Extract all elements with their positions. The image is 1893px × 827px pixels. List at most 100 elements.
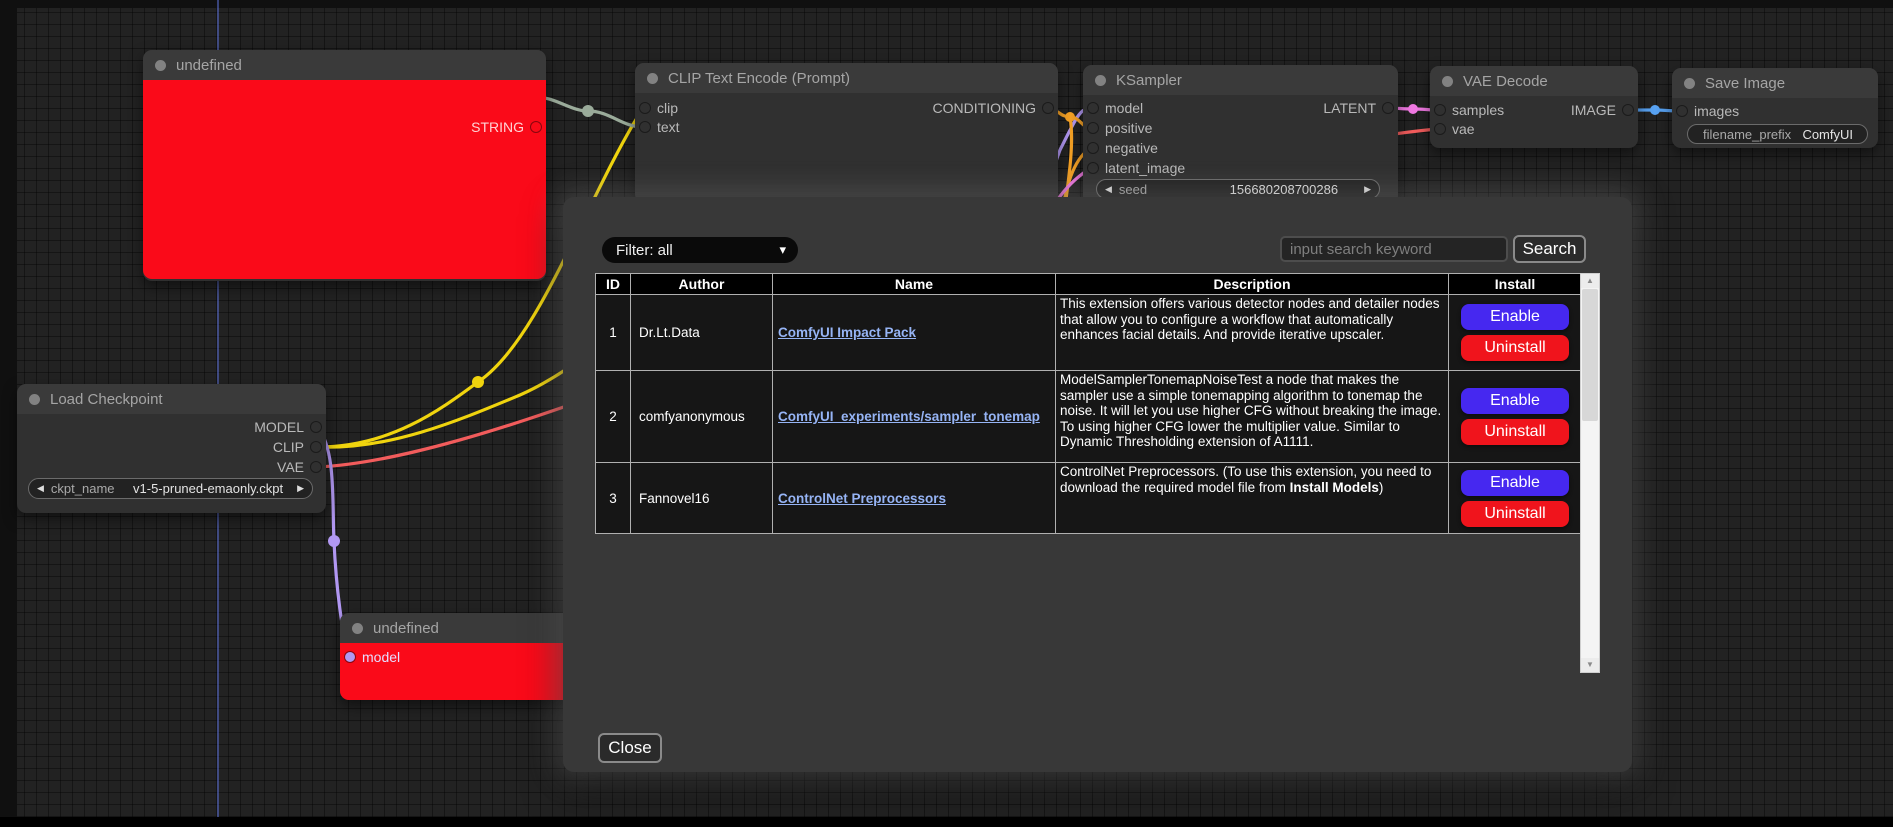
negative-input-port[interactable]: negative	[1088, 139, 1158, 157]
images-input-port[interactable]: images	[1677, 102, 1739, 120]
search-input[interactable]	[1280, 236, 1508, 262]
node-title: KSampler	[1116, 72, 1182, 89]
stepper-right-icon[interactable]: ▶	[1364, 184, 1371, 195]
collapse-dot-icon[interactable]	[1442, 76, 1453, 87]
vae-output-dot[interactable]	[311, 462, 321, 472]
node-undefined-top-header[interactable]: undefined	[143, 50, 546, 80]
clip-output-port[interactable]: CLIP	[273, 438, 321, 456]
latent-output-port[interactable]: LATENT	[1323, 99, 1393, 117]
node-save-image[interactable]: Save Image images filename_prefix ComfyU…	[1672, 68, 1878, 148]
enable-button[interactable]: Enable	[1461, 470, 1569, 496]
model-input-port[interactable]: model	[1088, 99, 1143, 117]
clip-input-dot[interactable]	[640, 103, 650, 113]
extension-link[interactable]: ComfyUI_experiments/sampler_tonemap	[778, 409, 1040, 424]
clip-output-dot[interactable]	[311, 442, 321, 452]
latent-image-input-port[interactable]: latent_image	[1088, 159, 1185, 177]
conditioning-output-port[interactable]: CONDITIONING	[933, 99, 1053, 117]
stepper-right-icon[interactable]: ▶	[297, 483, 304, 494]
filter-select-value: Filter: all	[616, 242, 673, 259]
node-load-checkpoint[interactable]: Load Checkpoint MODEL CLIP VAE ◀ ckpt_na…	[17, 384, 326, 513]
reroute-dot-pink[interactable]	[1408, 104, 1418, 114]
model-input-port[interactable]: model	[345, 648, 400, 666]
cell-id: 2	[596, 371, 631, 463]
collapse-dot-icon[interactable]	[352, 623, 363, 634]
text-input-port[interactable]: text	[640, 118, 680, 136]
negative-input-dot[interactable]	[1088, 143, 1098, 153]
close-button[interactable]: Close	[598, 733, 662, 763]
scrollbar-down-icon[interactable]: ▼	[1581, 658, 1599, 672]
node-undefined-top[interactable]: undefined STRING	[143, 50, 546, 281]
scrollbar-thumb[interactable]	[1582, 289, 1598, 421]
node-ksampler-body: model positive negative latent_image LAT…	[1083, 95, 1398, 205]
reroute-dot-gray[interactable]	[582, 105, 594, 117]
reroute-dot-purple[interactable]	[328, 535, 340, 547]
samples-input-port[interactable]: samples	[1435, 101, 1504, 119]
stepper-left-icon[interactable]: ◀	[1105, 184, 1112, 195]
reroute-dot-yellow[interactable]	[472, 376, 484, 388]
string-output-port[interactable]: STRING	[471, 118, 541, 136]
node-clip-text-encode[interactable]: CLIP Text Encode (Prompt) clip text COND…	[635, 63, 1058, 203]
filter-select[interactable]: Filter: all ▾	[602, 237, 798, 263]
seed-widget[interactable]: ◀ seed 156680208700286 ▶	[1096, 179, 1380, 199]
model-output-port[interactable]: MODEL	[254, 418, 321, 436]
image-output-dot[interactable]	[1623, 105, 1633, 115]
uninstall-button[interactable]: Uninstall	[1461, 501, 1569, 527]
node-clip-header[interactable]: CLIP Text Encode (Prompt)	[635, 63, 1058, 93]
table-row: 2comfyanonymousComfyUI_experiments/sampl…	[596, 371, 1579, 463]
search-button[interactable]: Search	[1513, 235, 1586, 263]
collapse-dot-icon[interactable]	[155, 60, 166, 71]
reroute-dot-blue[interactable]	[1650, 105, 1660, 115]
comfyui-canvas[interactable]: undefined STRING CLIP Text Encode (Promp…	[0, 0, 1893, 827]
node-save-image-header[interactable]: Save Image	[1672, 68, 1878, 98]
text-input-dot[interactable]	[640, 122, 650, 132]
enable-button[interactable]: Enable	[1461, 304, 1569, 330]
conditioning-output-dot[interactable]	[1043, 103, 1053, 113]
filename-prefix-widget[interactable]: filename_prefix ComfyUI	[1687, 124, 1868, 144]
collapse-dot-icon[interactable]	[1684, 78, 1695, 89]
node-ksampler[interactable]: KSampler model positive negative latent_…	[1083, 65, 1398, 205]
vae-input-port[interactable]: vae	[1435, 120, 1475, 138]
node-save-image-body: images filename_prefix ComfyUI	[1672, 98, 1878, 148]
cell-install: Enable Uninstall	[1449, 295, 1581, 371]
widget-name: filename_prefix	[1703, 127, 1791, 142]
widget-value: 156680208700286	[1230, 182, 1338, 197]
model-input-dot[interactable]	[345, 652, 355, 662]
image-output-port[interactable]: IMAGE	[1571, 101, 1633, 119]
reroute-dot-orange[interactable]	[1065, 112, 1075, 122]
uninstall-button[interactable]: Uninstall	[1461, 335, 1569, 361]
scrollbar-up-icon[interactable]: ▲	[1581, 274, 1599, 288]
uninstall-button[interactable]: Uninstall	[1461, 419, 1569, 445]
collapse-dot-icon[interactable]	[1095, 75, 1106, 86]
stepper-left-icon[interactable]: ◀	[37, 483, 44, 494]
cell-description: This extension offers various detector n…	[1056, 295, 1449, 371]
collapse-dot-icon[interactable]	[647, 73, 658, 84]
vae-output-port[interactable]: VAE	[277, 458, 321, 476]
samples-input-dot[interactable]	[1435, 105, 1445, 115]
model-input-dot[interactable]	[1088, 103, 1098, 113]
node-vae-decode[interactable]: VAE Decode samples vae IMAGE	[1430, 66, 1638, 148]
node-load-checkpoint-header[interactable]: Load Checkpoint	[17, 384, 326, 414]
node-ksampler-header[interactable]: KSampler	[1083, 65, 1398, 95]
table-row: 1Dr.Lt.DataComfyUI Impact PackThis exten…	[596, 295, 1579, 371]
collapse-dot-icon[interactable]	[29, 394, 40, 405]
cell-description: ControlNet Preprocessors. (To use this e…	[1056, 463, 1449, 534]
positive-input-port[interactable]: positive	[1088, 119, 1152, 137]
node-title: undefined	[176, 57, 242, 74]
vae-input-dot[interactable]	[1435, 124, 1445, 134]
node-vae-decode-header[interactable]: VAE Decode	[1430, 66, 1638, 96]
extension-link[interactable]: ControlNet Preprocessors	[778, 491, 946, 506]
ckpt-name-widget[interactable]: ◀ ckpt_name v1-5-pruned-emaonly.ckpt ▶	[28, 478, 313, 499]
table-header-cell: Description	[1056, 274, 1449, 295]
positive-input-dot[interactable]	[1088, 123, 1098, 133]
images-input-dot[interactable]	[1677, 106, 1687, 116]
latent-image-input-dot[interactable]	[1088, 163, 1098, 173]
clip-input-port[interactable]: clip	[640, 99, 678, 117]
table-scrollbar[interactable]: ▲ ▼	[1580, 273, 1600, 673]
model-output-dot[interactable]	[311, 422, 321, 432]
node-vae-decode-body: samples vae IMAGE	[1430, 96, 1638, 148]
cell-id: 3	[596, 463, 631, 534]
enable-button[interactable]: Enable	[1461, 388, 1569, 414]
extension-link[interactable]: ComfyUI Impact Pack	[778, 325, 916, 340]
string-output-dot[interactable]	[531, 122, 541, 132]
latent-output-dot[interactable]	[1383, 103, 1393, 113]
